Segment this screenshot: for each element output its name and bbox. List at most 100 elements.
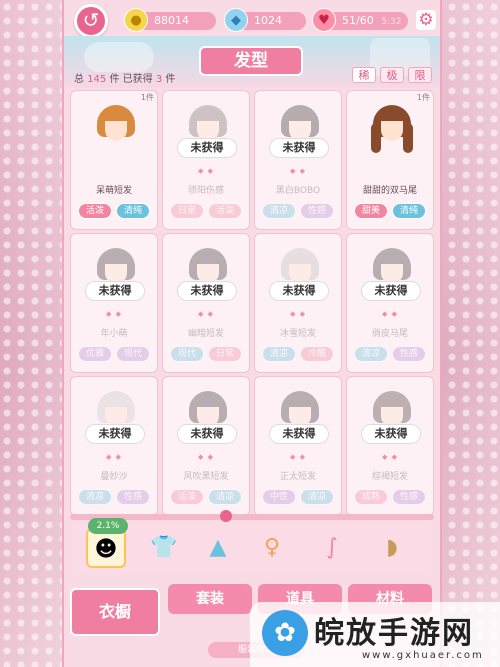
style-tag: 优雅 [78,346,112,362]
progress-badge: 2.1% [88,518,128,534]
gold-counter[interactable]: ● 88014 [124,8,216,32]
energy-counter[interactable]: ♥ 51/60 5:32 [312,8,408,32]
style-tag: 现代 [116,346,150,362]
style-tag: 活泼 [78,203,112,219]
unobtained-label: 未获得 [269,138,329,158]
style-tag: 性感 [300,203,334,219]
filter-rare[interactable]: 稀 [352,67,376,83]
hairstyle-card[interactable]: 未获得 ◆ ◆ 曼妙沙 清凉 性感 [70,376,158,516]
style-tag: 现代 [170,346,204,362]
socks-icon[interactable]: ∫ [312,528,352,568]
hairstyle-name: 呆萌短发 [95,186,132,196]
hairstyle-card[interactable]: 未获得 ◆ ◆ 风吹黑短发 活泼 清凉 [162,376,250,516]
unobtained-label: 未获得 [361,281,421,301]
style-tags: 优雅 现代 [71,346,157,362]
hairstyle-name: 俏皮马尾 [371,329,408,339]
watermark: ✿ 皖放手游网 www.gxhuaer.com [250,602,500,667]
style-tags: 清凉 性感 [255,203,341,219]
unobtained-label: 未获得 [361,424,421,444]
hairstyle-name: 甜甜的双马尾 [362,186,417,196]
rarity-stars: ◆ ◆ [382,310,398,318]
top-icon[interactable]: 👕 [144,528,184,568]
unobtained-label: 未获得 [85,424,145,444]
rarity-stars: ◆ ◆ [290,310,306,318]
rarity-stars: ◆ ◆ [382,453,398,461]
hairstyle-card[interactable]: 1件甜甜的双马尾甜美 清纯 [346,90,434,230]
tab-suit[interactable]: 套装 [168,584,252,614]
style-tags: 成熟 性感 [347,489,433,505]
gold-value: 88014 [154,14,189,27]
hairstyle-name: 骄阳伤感 [187,186,224,196]
rarity-stars: ◆ ◆ [198,453,214,461]
style-tags: 中性 清凉 [255,489,341,505]
hairstyle-card[interactable]: 未获得 ◆ ◆ 年小萌 优雅 现代 [70,233,158,373]
octopus-logo-icon: ✿ [262,610,308,656]
rarity-stars: ◆ ◆ [198,167,214,175]
hairstyle-preview [95,105,137,157]
style-tag: 冷酷 [300,346,334,362]
header-decoration [84,42,154,72]
style-tags: 清凉 冷酷 [255,346,341,362]
style-tags: 清凉 性感 [71,489,157,505]
wardrobe-button[interactable]: 衣橱 [70,588,160,636]
style-tag: 清凉 [78,489,112,505]
energy-value: 51/60 [342,14,374,27]
unobtained-label: 未获得 [177,138,237,158]
header: 发型 总 145 件 已获得 3 件 稀 极 限 [64,36,440,88]
style-tag: 日常 [170,203,204,219]
energy-timer: 5:32 [381,17,402,27]
hairstyle-card[interactable]: 未获得 ◆ ◆ 正太短发 中性 清凉 [254,376,342,516]
back-button[interactable]: ↺ [74,4,108,38]
gear-icon[interactable]: ⚙ [416,10,436,30]
style-tag: 清纯 [116,203,150,219]
style-tags: 活泼 清凉 [163,489,249,505]
style-tag: 中性 [262,489,296,505]
piece-count: 1件 [416,93,430,102]
hairstyle-card[interactable]: 未获得 ◆ ◆ 骄阳伤感 日常 活泼 [162,90,250,230]
rarity-stars: ◆ ◆ [290,453,306,461]
style-tags: 清凉 性感 [347,346,433,362]
hairstyle-card[interactable]: 未获得 ◆ ◆ 幽暗短发 现代 日常 [162,233,250,373]
style-tag: 甜美 [354,203,388,219]
watermark-url: www.gxhuaer.com [362,650,484,661]
gem-value: 1024 [254,14,282,27]
hairstyle-name: 冰雪短发 [279,329,316,339]
hair-icon[interactable]: ☻ [86,528,126,568]
filter-limited[interactable]: 限 [408,67,432,83]
filter-extreme[interactable]: 极 [380,67,404,83]
style-tags: 活泼 清纯 [71,203,157,219]
hairstyle-name: 黑白BOBO [275,186,321,196]
unobtained-label: 未获得 [85,281,145,301]
style-tag: 清凉 [354,346,388,362]
scroll-thumb[interactable] [220,510,232,522]
piece-count: 1件 [140,93,154,102]
style-tag: 清凉 [300,489,334,505]
style-tag: 清凉 [262,203,296,219]
style-tag: 性感 [116,489,150,505]
style-tag: 性感 [392,489,426,505]
unobtained-label: 未获得 [177,281,237,301]
hairstyle-grid: 1件 呆萌短发 活泼 清纯 未获得 ◆ ◆ 骄阳伤感 日常 活泼 未获得 ◆ ◆ 黑白BOBO 清凉 性感… [70,90,434,516]
style-tag: 活泼 [170,489,204,505]
diamond-icon: ◆ [224,8,248,32]
hairstyle-name: 风吹黑短发 [183,472,229,482]
skirt-icon[interactable]: ▲ [198,528,238,568]
hairstyle-card[interactable]: 未获得 ◆ ◆ 冰雪短发清凉 冷酷 [254,233,342,373]
dress-icon[interactable]: ♀ [252,528,292,568]
rarity-stars: ◆ ◆ [106,453,122,461]
hairstyle-card[interactable]: 未获得 ◆ ◆ 俏皮马尾清凉 性感 [346,233,434,373]
gem-counter[interactable]: ◆ 1024 [224,8,306,32]
hairstyle-name: 棕褐短发 [371,472,408,482]
collection-count: 总 145 件 已获得 3 件 [74,74,176,85]
hairstyle-card[interactable]: 未获得 ◆ ◆ 棕褐短发成熟 性感 [346,376,434,516]
style-tag: 清纯 [392,203,426,219]
page-title: 发型 [199,46,303,76]
rarity-stars: ◆ ◆ [198,310,214,318]
style-tag: 日常 [208,346,242,362]
unobtained-label: 未获得 [269,281,329,301]
hairstyle-card[interactable]: 1件呆萌短发活泼 清纯 [70,90,158,230]
watermark-text: 皖放手游网 [314,616,474,651]
shoes-icon[interactable]: ◗ [372,528,412,568]
hairstyle-card[interactable]: 未获得 ◆ ◆ 黑白BOBO 清凉 性感 [254,90,342,230]
style-tags: 甜美 清纯 [347,203,433,219]
